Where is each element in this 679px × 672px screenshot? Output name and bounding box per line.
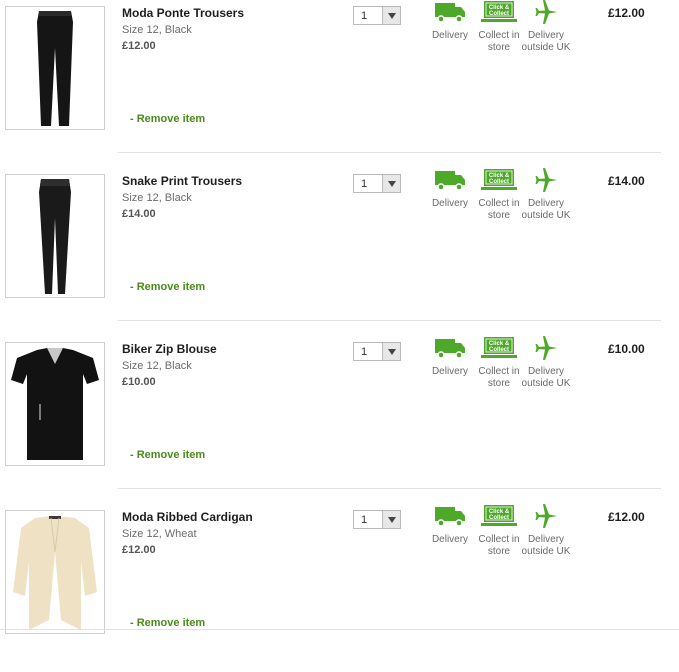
outside-label-2: outside UK bbox=[521, 378, 571, 389]
remove-item-link[interactable]: - Remove item bbox=[130, 617, 205, 629]
outside-label-2: outside UK bbox=[521, 210, 571, 221]
outside-label-2: outside UK bbox=[521, 546, 571, 557]
product-size: Size 12, Black bbox=[122, 24, 192, 36]
option-collect-in-store[interactable]: Click & Collect Collect in store bbox=[476, 168, 522, 222]
product-name[interactable]: Moda Ponte Trousers bbox=[122, 6, 244, 20]
airplane-icon bbox=[535, 336, 557, 360]
delivery-truck-icon bbox=[435, 171, 465, 191]
collect-label-2: store bbox=[487, 546, 511, 557]
delivery-label: Delivery bbox=[431, 366, 469, 377]
quantity-select[interactable]: 1 bbox=[353, 342, 401, 361]
click-collect-icon: Click & Collect bbox=[481, 337, 517, 358]
click-collect-line2: Collect bbox=[489, 179, 509, 185]
row-divider bbox=[118, 152, 661, 153]
option-delivery-outside-uk[interactable]: Delivery outside UK bbox=[520, 0, 572, 54]
outside-label-1: Delivery bbox=[527, 534, 565, 545]
line-total: £12.00 bbox=[608, 510, 645, 524]
collect-label-1: Collect in bbox=[478, 534, 520, 545]
row-divider bbox=[118, 488, 661, 489]
dropdown-arrow-icon[interactable] bbox=[382, 343, 400, 360]
unit-price: £10.00 bbox=[122, 376, 156, 388]
unit-price: £12.00 bbox=[122, 544, 156, 556]
collect-label-1: Collect in bbox=[478, 198, 520, 209]
product-size: Size 12, Wheat bbox=[122, 528, 197, 540]
outside-label-1: Delivery bbox=[527, 30, 565, 41]
line-total: £10.00 bbox=[608, 342, 645, 356]
product-name[interactable]: Biker Zip Blouse bbox=[122, 342, 217, 356]
cardigan-image-icon bbox=[13, 516, 97, 630]
dropdown-arrow-icon[interactable] bbox=[382, 511, 400, 528]
click-collect-line2: Collect bbox=[489, 11, 509, 17]
option-collect-in-store[interactable]: Click & Collect Collect in store bbox=[476, 0, 522, 54]
quantity-select[interactable]: 1 bbox=[353, 174, 401, 193]
option-collect-in-store[interactable]: Click & Collect Collect in store bbox=[476, 336, 522, 390]
option-delivery[interactable]: Delivery bbox=[430, 504, 470, 546]
option-delivery-outside-uk[interactable]: Delivery outside UK bbox=[520, 504, 572, 558]
blouse-image-icon bbox=[11, 348, 99, 460]
click-collect-icon: Click & Collect bbox=[481, 1, 517, 22]
quantity-value: 1 bbox=[361, 178, 368, 190]
delivery-truck-icon bbox=[435, 507, 465, 527]
line-total: £12.00 bbox=[608, 6, 645, 20]
collect-label-1: Collect in bbox=[478, 30, 520, 41]
line-total: £14.00 bbox=[608, 174, 645, 188]
airplane-icon bbox=[535, 0, 557, 24]
option-delivery-outside-uk[interactable]: Delivery outside UK bbox=[520, 336, 572, 390]
unit-price: £14.00 bbox=[122, 208, 156, 220]
quantity-value: 1 bbox=[361, 514, 368, 526]
collect-label-1: Collect in bbox=[478, 366, 520, 377]
bottom-border bbox=[0, 629, 679, 630]
dropdown-arrow-icon[interactable] bbox=[382, 7, 400, 24]
delivery-label: Delivery bbox=[431, 30, 469, 41]
basket-item: Snake Print Trousers Size 12, Black £14.… bbox=[0, 168, 679, 336]
row-divider bbox=[118, 320, 661, 321]
basket-item: Moda Ribbed Cardigan Size 12, Wheat £12.… bbox=[0, 504, 679, 672]
delivery-truck-icon bbox=[435, 339, 465, 359]
basket-item: Moda Ponte Trousers Size 12, Black £12.0… bbox=[0, 0, 679, 168]
option-collect-in-store[interactable]: Click & Collect Collect in store bbox=[476, 504, 522, 558]
remove-item-link[interactable]: - Remove item bbox=[130, 113, 205, 125]
product-image[interactable] bbox=[5, 342, 105, 466]
option-delivery[interactable]: Delivery bbox=[430, 336, 470, 378]
delivery-label: Delivery bbox=[431, 198, 469, 209]
product-size: Size 12, Black bbox=[122, 360, 192, 372]
product-name[interactable]: Moda Ribbed Cardigan bbox=[122, 510, 253, 524]
quantity-select[interactable]: 1 bbox=[353, 510, 401, 529]
airplane-icon bbox=[535, 504, 557, 528]
outside-label-1: Delivery bbox=[527, 198, 565, 209]
option-delivery[interactable]: Delivery bbox=[430, 0, 470, 42]
click-collect-line2: Collect bbox=[489, 347, 509, 353]
basket-item: Biker Zip Blouse Size 12, Black £10.00 -… bbox=[0, 336, 679, 504]
click-collect-line2: Collect bbox=[489, 515, 509, 521]
airplane-icon bbox=[535, 168, 557, 192]
quantity-value: 1 bbox=[361, 10, 368, 22]
unit-price: £12.00 bbox=[122, 40, 156, 52]
dropdown-arrow-icon[interactable] bbox=[382, 175, 400, 192]
remove-item-link[interactable]: - Remove item bbox=[130, 281, 205, 293]
product-name[interactable]: Snake Print Trousers bbox=[122, 174, 242, 188]
product-image[interactable] bbox=[5, 174, 105, 298]
product-size: Size 12, Black bbox=[122, 192, 192, 204]
collect-label-2: store bbox=[487, 378, 511, 389]
quantity-value: 1 bbox=[361, 346, 368, 358]
trousers-image-icon bbox=[37, 11, 73, 126]
click-collect-icon: Click & Collect bbox=[481, 505, 517, 526]
option-delivery-outside-uk[interactable]: Delivery outside UK bbox=[520, 168, 572, 222]
delivery-truck-icon bbox=[435, 3, 465, 23]
collect-label-2: store bbox=[487, 210, 511, 221]
remove-item-link[interactable]: - Remove item bbox=[130, 449, 205, 461]
product-image[interactable] bbox=[5, 510, 105, 634]
option-delivery[interactable]: Delivery bbox=[430, 168, 470, 210]
quantity-select[interactable]: 1 bbox=[353, 6, 401, 25]
trousers-image-icon bbox=[39, 179, 71, 294]
click-collect-icon: Click & Collect bbox=[481, 169, 517, 190]
delivery-label: Delivery bbox=[431, 534, 469, 545]
outside-label-2: outside UK bbox=[521, 42, 571, 53]
collect-label-2: store bbox=[487, 42, 511, 53]
outside-label-1: Delivery bbox=[527, 366, 565, 377]
product-image[interactable] bbox=[5, 6, 105, 130]
